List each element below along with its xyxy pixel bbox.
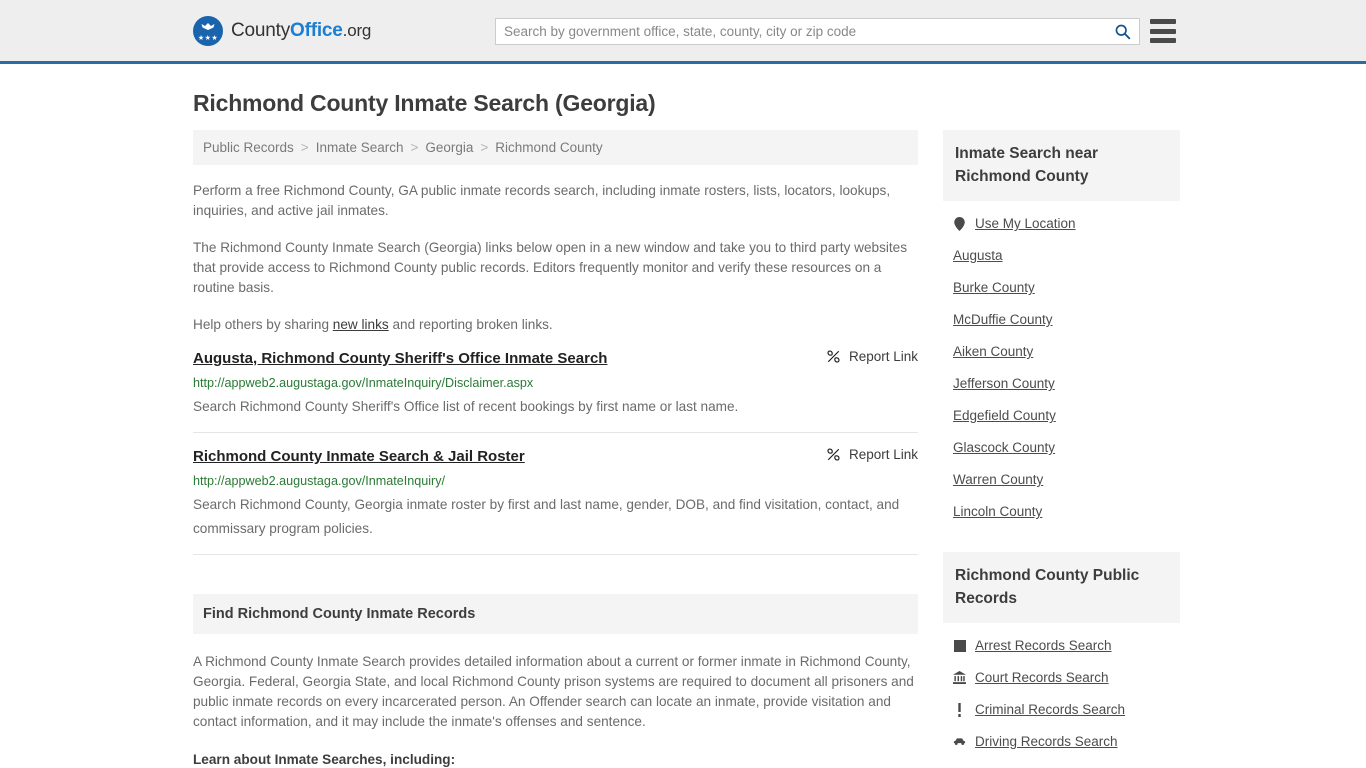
content-columns: Public Records > Inmate Search > Georgia… bbox=[193, 130, 1180, 768]
sidebar-near-heading: Inmate Search near Richmond County bbox=[943, 130, 1180, 201]
sidebar-near-links: Use My Location Augusta Burke County McD… bbox=[943, 201, 1180, 527]
sidebar-records-links: Arrest Records Search Court Records Sear… bbox=[943, 623, 1180, 757]
sidebar-item-mcduffie-county[interactable]: McDuffie County bbox=[953, 303, 1180, 335]
building-icon bbox=[953, 639, 966, 652]
exclamation-icon bbox=[953, 702, 966, 717]
sidebar-link-label[interactable]: McDuffie County bbox=[953, 312, 1053, 327]
breadcrumb-item-richmond-county[interactable]: Richmond County bbox=[495, 140, 602, 155]
search-input[interactable] bbox=[496, 19, 1105, 44]
car-icon bbox=[953, 737, 966, 746]
report-link-label: Report Link bbox=[848, 349, 918, 364]
find-records-paragraph: A Richmond County Inmate Search provides… bbox=[193, 654, 914, 729]
sidebar-item-glascock-county[interactable]: Glascock County bbox=[953, 431, 1180, 463]
brand-part-org: .org bbox=[342, 20, 372, 40]
sidebar-link-label[interactable]: Lincoln County bbox=[953, 504, 1042, 519]
breadcrumb-separator: > bbox=[480, 140, 489, 155]
sidebar-link-label[interactable]: Use My Location bbox=[975, 216, 1076, 231]
hamburger-bar-1 bbox=[1150, 19, 1176, 24]
search-icon bbox=[1115, 24, 1130, 40]
brand-wordmark: CountyOffice.org bbox=[231, 20, 371, 42]
sidebar-link-label[interactable]: Criminal Records Search bbox=[975, 702, 1125, 717]
main-content: Public Records > Inmate Search > Georgia… bbox=[193, 130, 918, 768]
broken-link-icon bbox=[827, 448, 840, 461]
sidebar-item-arrest-records-search[interactable]: Arrest Records Search bbox=[953, 629, 1180, 661]
breadcrumb-separator: > bbox=[300, 140, 309, 155]
report-link-label: Report Link bbox=[848, 447, 918, 462]
sidebar-link-label[interactable]: Aiken County bbox=[953, 344, 1033, 359]
sidebar-link-label[interactable]: Augusta bbox=[953, 248, 1003, 263]
site-header: ★★★ CountyOffice.org bbox=[0, 0, 1366, 64]
sidebar-item-lincoln-county[interactable]: Lincoln County bbox=[953, 495, 1180, 527]
breadcrumb-item-inmate-search[interactable]: Inmate Search bbox=[316, 140, 404, 155]
sidebar-link-label[interactable]: Court Records Search bbox=[975, 670, 1109, 685]
find-records-body: A Richmond County Inmate Search provides… bbox=[193, 652, 918, 768]
breadcrumb: Public Records > Inmate Search > Georgia… bbox=[193, 130, 918, 165]
eagle-icon bbox=[201, 22, 215, 30]
result-description: Search Richmond County Sheriff's Office … bbox=[193, 399, 739, 414]
hamburger-menu-button[interactable] bbox=[1150, 19, 1176, 43]
result-header: Richmond County Inmate Search & Jail Ros… bbox=[193, 447, 918, 466]
breadcrumb-item-georgia[interactable]: Georgia bbox=[425, 140, 473, 155]
sidebar: Inmate Search near Richmond County Use M… bbox=[943, 130, 1180, 757]
sidebar-link-label[interactable]: Edgefield County bbox=[953, 408, 1056, 423]
result-url: http://appweb2.augustaga.gov/InmateInqui… bbox=[193, 474, 446, 488]
stars-icon: ★★★ bbox=[197, 34, 219, 42]
sidebar-link-label[interactable]: Arrest Records Search bbox=[975, 638, 1112, 653]
sidebar-link-label[interactable]: Jefferson County bbox=[953, 376, 1055, 391]
sidebar-item-aiken-county[interactable]: Aiken County bbox=[953, 335, 1180, 367]
sidebar-item-use-my-location[interactable]: Use My Location bbox=[953, 207, 1180, 239]
sidebar-link-label[interactable]: Driving Records Search bbox=[975, 734, 1118, 749]
breadcrumb-item-public-records[interactable]: Public Records bbox=[203, 140, 294, 155]
intro-paragraph-1: Perform a free Richmond County, GA publi… bbox=[193, 183, 891, 218]
site-logo-link[interactable]: ★★★ CountyOffice.org bbox=[193, 15, 371, 46]
intro-p3-before: Help others by sharing bbox=[193, 317, 333, 332]
result-title-link[interactable]: Richmond County Inmate Search & Jail Ros… bbox=[193, 447, 525, 466]
brand-part-county: County bbox=[231, 19, 291, 41]
sidebar-item-burke-county[interactable]: Burke County bbox=[953, 271, 1180, 303]
learn-about-heading: Learn about Inmate Searches, including: bbox=[193, 752, 456, 767]
courthouse-icon bbox=[953, 671, 966, 684]
find-records-heading: Find Richmond County Inmate Records bbox=[193, 594, 918, 634]
map-pin-icon bbox=[953, 216, 966, 231]
result-header: Augusta, Richmond County Sheriff's Offic… bbox=[193, 349, 918, 368]
result-title-link[interactable]: Augusta, Richmond County Sheriff's Offic… bbox=[193, 349, 607, 368]
broken-link-icon bbox=[827, 350, 840, 363]
intro-p3-after: and reporting broken links. bbox=[388, 317, 553, 332]
intro-text: Perform a free Richmond County, GA publi… bbox=[193, 181, 918, 335]
page-title: Richmond County Inmate Search (Georgia) bbox=[193, 90, 656, 116]
sidebar-records-heading: Richmond County Public Records bbox=[943, 552, 1180, 623]
sidebar-link-label[interactable]: Glascock County bbox=[953, 440, 1055, 455]
sidebar-item-criminal-records-search[interactable]: Criminal Records Search bbox=[953, 693, 1180, 725]
intro-paragraph-2: The Richmond County Inmate Search (Georg… bbox=[193, 240, 908, 295]
result-item: Richmond County Inmate Search & Jail Ros… bbox=[193, 433, 918, 555]
intro-paragraph-3: Help others by sharing new links and rep… bbox=[193, 315, 918, 335]
brand-part-office: Office bbox=[290, 19, 343, 41]
search-bar[interactable] bbox=[495, 18, 1140, 45]
sidebar-item-driving-records-search[interactable]: Driving Records Search bbox=[953, 725, 1180, 757]
sidebar-link-label[interactable]: Warren County bbox=[953, 472, 1043, 487]
page-container: Richmond County Inmate Search (Georgia) … bbox=[0, 90, 1366, 768]
result-url: http://appweb2.augustaga.gov/InmateInqui… bbox=[193, 376, 534, 390]
search-button[interactable] bbox=[1105, 19, 1139, 44]
sidebar-item-court-records-search[interactable]: Court Records Search bbox=[953, 661, 1180, 693]
breadcrumb-separator: > bbox=[410, 140, 419, 155]
hamburger-bar-3 bbox=[1150, 38, 1176, 43]
report-link-button[interactable]: Report Link bbox=[826, 447, 918, 462]
eagle-crest-logo-icon: ★★★ bbox=[193, 15, 223, 46]
result-item: Augusta, Richmond County Sheriff's Offic… bbox=[193, 335, 918, 433]
hamburger-bar-2 bbox=[1150, 28, 1176, 34]
report-link-button[interactable]: Report Link bbox=[826, 349, 918, 364]
result-description: Search Richmond County, Georgia inmate r… bbox=[193, 497, 900, 536]
new-links-link[interactable]: new links bbox=[333, 317, 389, 332]
sidebar-link-label[interactable]: Burke County bbox=[953, 280, 1035, 295]
sidebar-item-augusta[interactable]: Augusta bbox=[953, 239, 1180, 271]
sidebar-item-warren-county[interactable]: Warren County bbox=[953, 463, 1180, 495]
sidebar-item-jefferson-county[interactable]: Jefferson County bbox=[953, 367, 1180, 399]
sidebar-item-edgefield-county[interactable]: Edgefield County bbox=[953, 399, 1180, 431]
